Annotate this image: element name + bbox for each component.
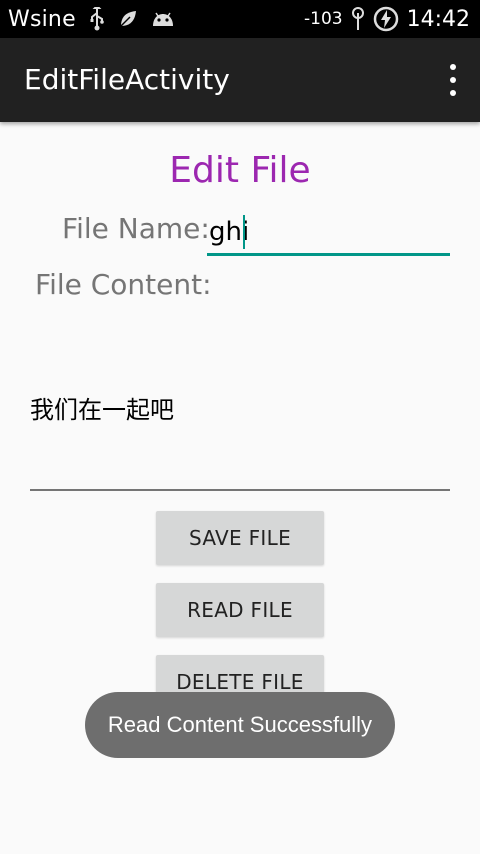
file-content-input[interactable]: 我们在一起吧 bbox=[30, 322, 450, 491]
android-icon bbox=[150, 10, 176, 28]
wifi-icon bbox=[351, 7, 365, 31]
file-content-text: 我们在一起吧 bbox=[30, 396, 174, 424]
signal-strength: -103 bbox=[304, 9, 343, 29]
file-name-label: File Name: bbox=[62, 212, 210, 245]
status-bar: Wsine -103 14:42 bbox=[0, 0, 480, 38]
status-right: -103 14:42 bbox=[304, 0, 470, 38]
toast-text: Read Content Successfully bbox=[107, 712, 373, 737]
carrier-name: Wsine bbox=[8, 6, 76, 32]
app-bar: EditFileActivity bbox=[0, 38, 480, 122]
status-left: Wsine bbox=[8, 0, 176, 38]
leaf-icon bbox=[118, 9, 138, 29]
usb-icon bbox=[88, 7, 106, 31]
save-file-button[interactable]: SAVE FILE bbox=[156, 511, 324, 565]
overflow-menu-icon[interactable] bbox=[446, 64, 460, 96]
file-content-label: File Content: bbox=[35, 268, 212, 301]
read-file-button[interactable]: READ FILE bbox=[156, 583, 324, 637]
clock: 14:42 bbox=[406, 6, 470, 32]
toast-message: Read Content Successfully bbox=[85, 692, 395, 758]
page-title: Edit File bbox=[169, 150, 311, 191]
app-title: EditFileActivity bbox=[24, 63, 230, 96]
battery-charging-icon bbox=[373, 6, 399, 32]
text-cursor bbox=[243, 215, 245, 249]
